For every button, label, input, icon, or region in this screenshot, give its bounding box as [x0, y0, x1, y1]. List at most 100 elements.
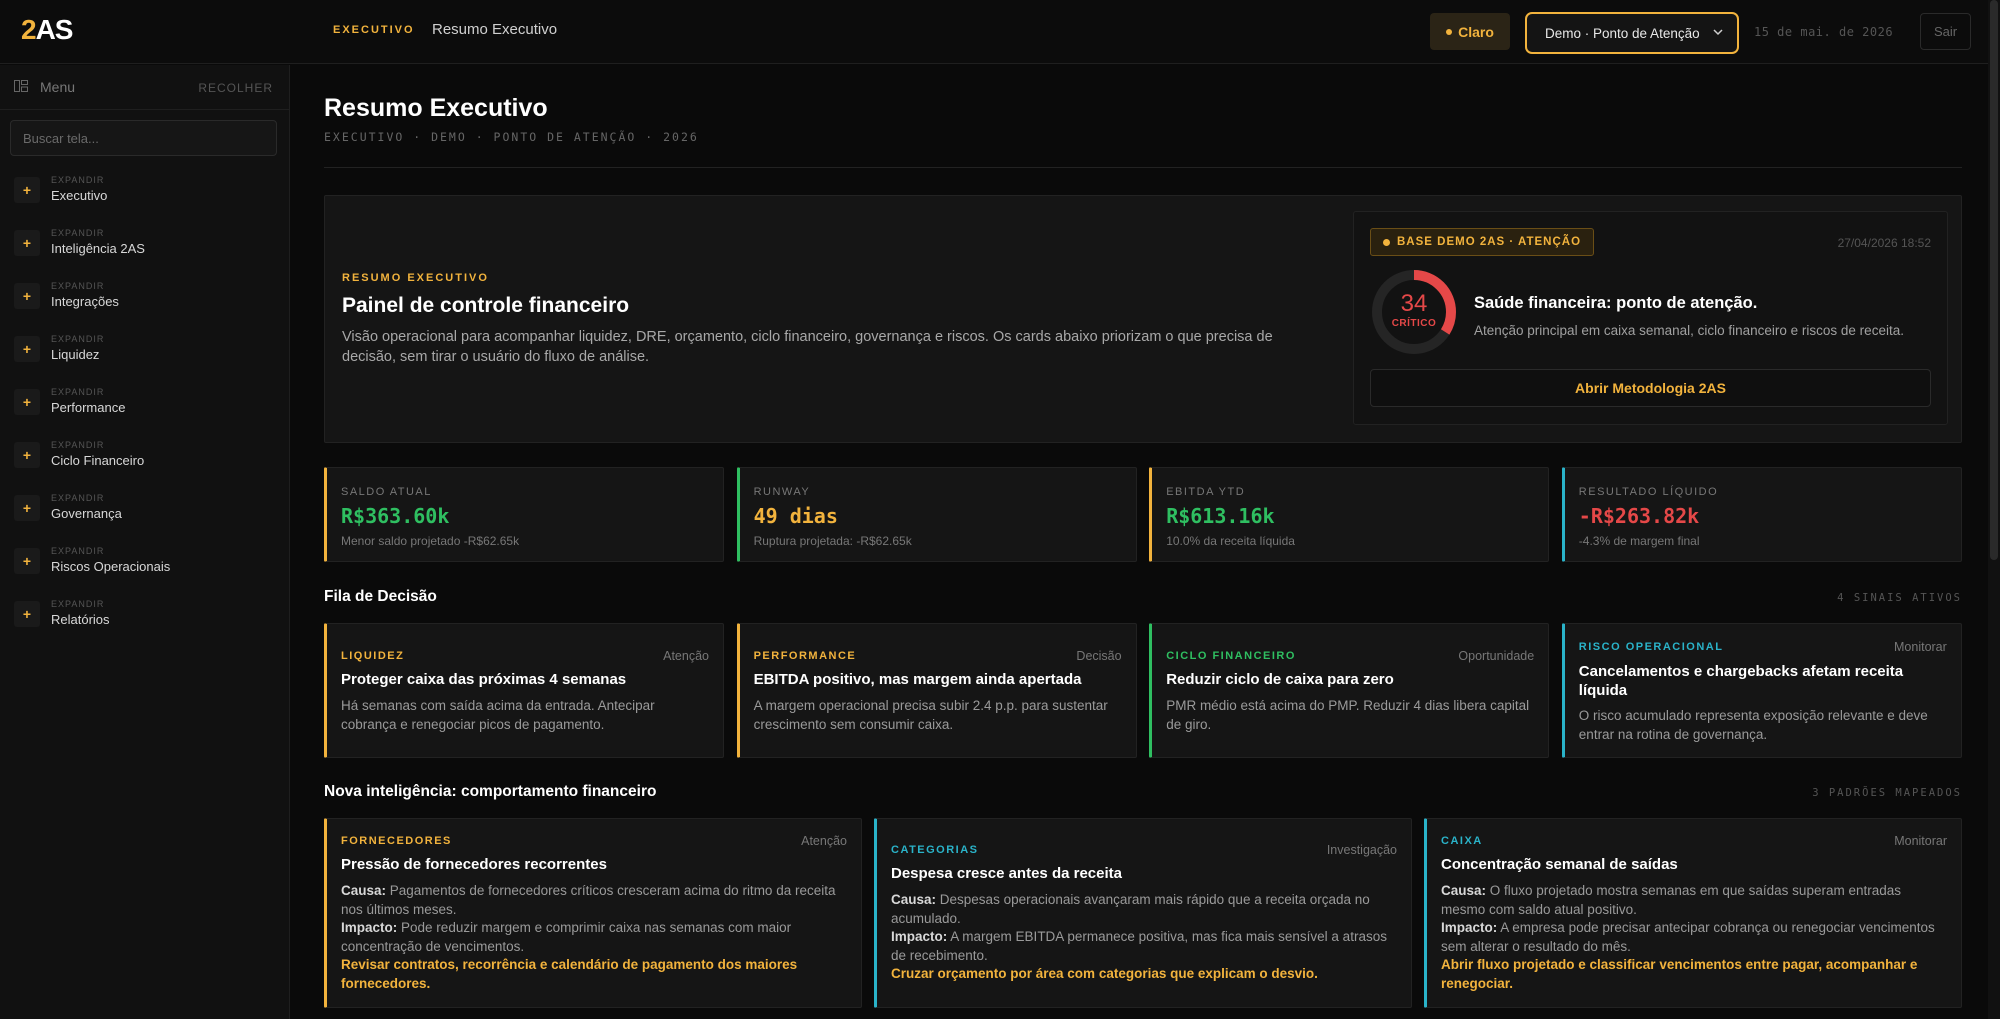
plus-icon[interactable]: + [14, 283, 40, 309]
decision-queue-title: Fila de Decisão [324, 588, 437, 605]
impact-line: Impacto: A empresa pode precisar antecip… [1441, 919, 1947, 956]
card-action-link[interactable]: Revisar contratos, recorrência e calendá… [341, 956, 847, 993]
kpi-card: RESULTADO LÍQUIDO -R$263.82k -4.3% de marg… [1561, 467, 1962, 562]
hero-eyebrow: RESUMO EXECUTIVO [342, 272, 489, 284]
page-subtitle: EXECUTIVO · DEMO · PONTO DE ATENÇÃO · 20… [324, 130, 699, 144]
card-status: Decisão [1076, 649, 1122, 663]
page-scrollbar[interactable] [1988, 0, 2000, 1019]
health-score-label: CRÍTICO [1391, 318, 1437, 329]
card-description: O risco acumulado representa exposição r… [1578, 708, 1928, 742]
card-status: Atenção [801, 834, 847, 848]
expand-label: EXPANDIR [51, 599, 105, 609]
decision-queue-count: 4 SINAIS ATIVOS [1837, 592, 1962, 604]
card-status: Atenção [663, 649, 709, 663]
search-input[interactable] [10, 120, 277, 156]
logo[interactable]: 2AS [21, 14, 73, 46]
intelligence-card[interactable]: CATEGORIAS Investigação Despesa cresce ant… [874, 818, 1412, 1008]
decision-card[interactable]: PERFORMANCE Decisão EBITDA positivo, mas m… [736, 623, 1137, 758]
card-status: Monitorar [1894, 640, 1947, 654]
intelligence-card[interactable]: FORNECEDORES Atenção Pressão de fornecedor… [324, 818, 862, 1008]
health-title: Saúde financeira: ponto de atenção. [1474, 294, 1758, 312]
card-tag: CICLO FINANCEIRO [1166, 650, 1296, 662]
impact-label: Impacto: [1441, 920, 1498, 935]
expand-label: EXPANDIR [51, 228, 105, 238]
scrollbar-thumb[interactable] [1990, 0, 1998, 560]
theme-toggle-button[interactable]: Claro [1430, 13, 1510, 50]
sidebar-item-6[interactable]: + EXPANDIR Governança [14, 493, 276, 546]
intelligence-card[interactable]: CAIXA Monitorar Concentração semanal de sa… [1424, 818, 1962, 1008]
sidebar-item-label: Executivo [51, 188, 108, 203]
decision-card[interactable]: RISCO OPERACIONAL Monitorar Cancelamentos … [1561, 623, 1962, 758]
open-methodology-button[interactable]: Abrir Metodologia 2AS [1370, 369, 1931, 407]
sidebar-item-label: Riscos Operacionais [51, 559, 171, 574]
sidebar-item-label: Performance [51, 400, 126, 415]
kpi-card: EBITDA YTD R$613.16k 10.0% da receita líqu… [1149, 467, 1550, 562]
sidebar-item-5[interactable]: + EXPANDIR Ciclo Financeiro [14, 440, 276, 493]
expand-label: EXPANDIR [51, 440, 105, 450]
cause-text: Pagamentos de fornecedores críticos cres… [341, 883, 836, 917]
card-tag: CATEGORIAS [891, 844, 979, 856]
impact-text: Pode reduzir margem e comprimir caixa na… [341, 920, 792, 954]
plus-icon[interactable]: + [14, 336, 40, 362]
card-action-link[interactable]: Cruzar orçamento por área com categorias… [891, 965, 1397, 984]
plus-icon[interactable]: + [14, 230, 40, 256]
kpi-value: -R$263.82k [1578, 504, 1700, 528]
plus-icon[interactable]: + [14, 442, 40, 468]
intelligence-title: Nova inteligência: comportamento finance… [324, 783, 657, 800]
kpi-label: EBITDA YTD [1166, 486, 1246, 498]
card-description: PMR médio está acima do PMP. Reduzir 4 d… [1166, 698, 1530, 732]
cause-label: Causa: [1441, 883, 1487, 898]
sidebar-item-1[interactable]: + EXPANDIR Inteligência 2AS [14, 228, 276, 281]
card-action-link[interactable]: Abrir fluxo projetado e classificar venc… [1441, 956, 1947, 993]
card-title: Despesa cresce antes da receita [891, 865, 1122, 882]
decision-card[interactable]: LIQUIDEZ Atenção Proteger caixa das próxim… [324, 623, 724, 758]
plus-icon[interactable]: + [14, 548, 40, 574]
breadcrumb-page: Resumo Executivo [432, 21, 558, 38]
card-title: Cancelamentos e chargebacks afetam recei… [1578, 663, 1904, 699]
card-status: Monitorar [1894, 834, 1947, 848]
impact-line: Impacto: A margem EBITDA permanece posit… [891, 928, 1397, 965]
sidebar-item-label: Liquidez [51, 347, 100, 362]
health-card: BASE DEMO 2AS · ATENÇÃO 27/04/2026 18:52… [1353, 211, 1948, 425]
expand-label: EXPANDIR [51, 493, 105, 503]
plus-icon[interactable]: + [14, 177, 40, 203]
card-title: Proteger caixa das próximas 4 semanas [341, 671, 627, 688]
card-tag: FORNECEDORES [341, 835, 452, 847]
cause-line: Causa: Pagamentos de fornecedores crític… [341, 882, 847, 919]
plus-icon[interactable]: + [14, 495, 40, 521]
scenario-select[interactable]: Demo · Ponto de Atenção [1525, 12, 1739, 54]
sidebar-item-2[interactable]: + EXPANDIR Integrações [14, 281, 276, 334]
kpi-subtext: Ruptura projetada: -R$62.65k [753, 534, 912, 548]
sidebar-item-4[interactable]: + EXPANDIR Performance [14, 387, 276, 440]
logout-button[interactable]: Sair [1920, 13, 1971, 50]
cause-line: Causa: O fluxo projetado mostra semanas … [1441, 882, 1947, 919]
sidebar-item-0[interactable]: + EXPANDIR Executivo [14, 175, 276, 228]
intelligence-count: 3 PADRÕES MAPEADOS [1812, 787, 1962, 799]
plus-icon[interactable]: + [14, 389, 40, 415]
sidebar-item-8[interactable]: + EXPANDIR Relatórios [14, 599, 276, 652]
collapse-sidebar-button[interactable]: RECOLHER [198, 81, 273, 95]
expand-label: EXPANDIR [51, 546, 105, 556]
status-badge: BASE DEMO 2AS · ATENÇÃO [1370, 228, 1595, 256]
card-title: Concentração semanal de saídas [1441, 856, 1678, 873]
card-body: Causa: O fluxo projetado mostra semanas … [1441, 882, 1947, 993]
expand-label: EXPANDIR [51, 175, 105, 185]
impact-text: A empresa pode precisar antecipar cobran… [1441, 920, 1935, 954]
hero-panel: RESUMO EXECUTIVO Painel de controle fina… [324, 195, 1962, 443]
card-status: Investigação [1326, 843, 1397, 857]
sidebar-item-label: Inteligência 2AS [51, 241, 145, 256]
kpi-subtext: Menor saldo projetado -R$62.65k [341, 534, 520, 548]
decision-card[interactable]: CICLO FINANCEIRO Oportunidade Reduzir cicl… [1149, 623, 1550, 758]
card-body: Causa: Despesas operacionais avançaram m… [891, 891, 1397, 984]
plus-icon[interactable]: + [14, 601, 40, 627]
breadcrumb-section: EXECUTIVO [333, 24, 415, 36]
sidebar-item-3[interactable]: + EXPANDIR Liquidez [14, 334, 276, 387]
kpi-row: SALDO ATUAL R$363.60k Menor saldo projetad… [324, 467, 1962, 562]
sidebar-item-7[interactable]: + EXPANDIR Riscos Operacionais [14, 546, 276, 599]
chevron-down-icon [1713, 29, 1723, 36]
card-tag: PERFORMANCE [753, 650, 857, 662]
kpi-card: SALDO ATUAL R$363.60k Menor saldo projetad… [324, 467, 724, 562]
sidebar-nav: + EXPANDIR Executivo + EXPANDIR Inteligência … [14, 175, 276, 652]
cause-label: Causa: [891, 892, 937, 907]
current-date: 15 de mai. de 2026 [1754, 25, 1894, 39]
